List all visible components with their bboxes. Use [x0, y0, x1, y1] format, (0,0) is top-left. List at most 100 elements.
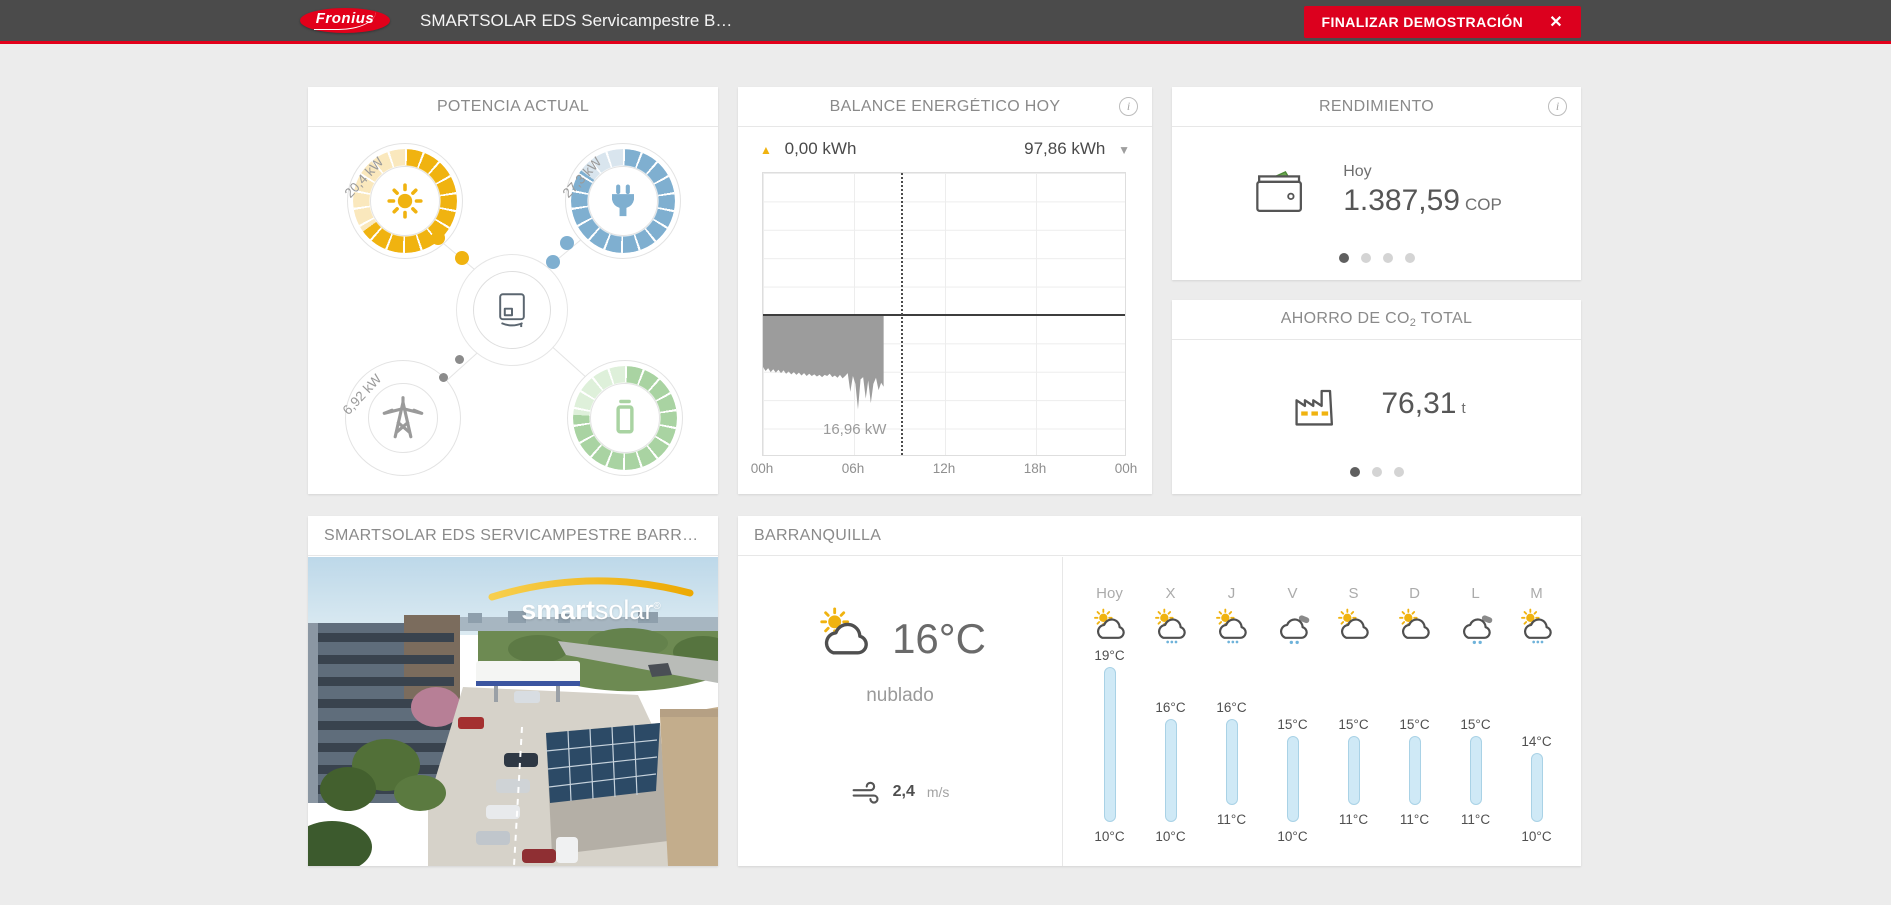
forecast-temp-track: 15°C 11°C — [1323, 647, 1384, 859]
forecast-day-label: V — [1287, 585, 1298, 602]
forecast-low-temp: 10°C — [1521, 828, 1552, 844]
up-triangle-icon: ▲ — [760, 143, 772, 157]
weather-card: BARRANQUILLA 16°C nublado 2,4 m/s Hoy 19°… — [738, 516, 1581, 866]
close-icon[interactable]: ✕ — [1549, 12, 1563, 32]
finish-demo-button[interactable]: FINALIZAR DEMOSTRACIÓN ✕ — [1303, 6, 1581, 38]
grid-flow-dot — [439, 373, 448, 382]
x-tick-label: 06h — [841, 461, 865, 476]
energy-balance-header: BALANCE ENERGÉTICO HOY i — [738, 87, 1152, 127]
load-flow-dot — [560, 236, 574, 250]
co2-title: AHORRO DE CO2 TOTAL — [1280, 310, 1473, 329]
forecast-temp-track: 16°C 11°C — [1201, 647, 1262, 859]
consumption-gauge: 27,3 kW — [560, 143, 681, 259]
power-tower-icon — [382, 396, 424, 439]
forecast-high-temp: 15°C — [1338, 716, 1369, 732]
forecast-day-label: X — [1165, 585, 1176, 602]
x-tick-label: 00h — [750, 461, 774, 476]
forecast-temp-track: 14°C 10°C — [1506, 647, 1567, 859]
energy-balance-card: BALANCE ENERGÉTICO HOY i ▲ 0,00 kWh 97,8… — [738, 87, 1152, 494]
forecast-high-temp: 15°C — [1277, 716, 1308, 732]
co2-value: 76,31 t — [1381, 386, 1466, 420]
partly-cloudy-icon — [1079, 607, 1140, 645]
yield-page-dot[interactable] — [1338, 253, 1349, 263]
forecast-day-column: V 15°C 10°C — [1262, 585, 1323, 866]
partly-cloudy-drizzle-icon — [1506, 607, 1567, 645]
forecast-low-temp: 10°C — [1094, 828, 1125, 844]
partly-cloudy-drizzle-icon — [1140, 607, 1201, 645]
forecast-temp-bar — [1225, 718, 1238, 805]
forecast-high-temp: 16°C — [1216, 699, 1247, 715]
plug-icon — [612, 184, 634, 217]
co2-unit: t — [1461, 399, 1466, 417]
weather-condition: nublado — [866, 685, 934, 706]
forecast-day-label: D — [1409, 585, 1420, 602]
yield-page-dot[interactable] — [1404, 253, 1415, 263]
partly-cloudy-icon — [1323, 607, 1384, 645]
co2-body: 76,31 t — [1172, 340, 1581, 493]
smartsolar-watermark: smartsolar® — [476, 575, 706, 626]
forecast-high-temp: 16°C — [1155, 699, 1186, 715]
forecast-temp-track: 15°C 10°C — [1262, 647, 1323, 859]
factory-icon — [1295, 389, 1334, 426]
forecast-day-column: D 15°C 11°C — [1384, 585, 1445, 866]
yield-header: RENDIMIENTO i — [1172, 87, 1581, 127]
forecast-low-temp: 10°C — [1155, 828, 1186, 844]
currency-label: COP — [1464, 194, 1502, 214]
fronius-logo: Fronius — [300, 8, 390, 33]
finish-demo-label: FINALIZAR DEMOSTRACIÓN — [1321, 14, 1524, 30]
co2-header: AHORRO DE CO2 TOTAL — [1172, 300, 1581, 340]
forecast-day-label: S — [1348, 585, 1359, 602]
zero-axis-line — [763, 314, 1125, 316]
co2-page-dot[interactable] — [1393, 467, 1404, 477]
inverter-icon — [499, 293, 525, 328]
forecast-day-column: Hoy 19°C 10°C — [1079, 585, 1140, 866]
forecast-temp-track: 19°C 10°C — [1079, 647, 1140, 859]
co2-page-dot[interactable] — [1371, 467, 1382, 477]
energy-balance-values: ▲ 0,00 kWh 97,86 kWh ▼ — [738, 127, 1152, 171]
forecast-temp-bar — [1286, 735, 1299, 822]
forecast-low-temp: 11°C — [1338, 811, 1369, 827]
pv-gauge: 20,4 kW — [342, 143, 463, 259]
energy-balance-chart[interactable]: 16,96 kW — [762, 172, 1126, 456]
yield-period: Hoy — [1343, 162, 1372, 180]
yield-page-dot[interactable] — [1382, 253, 1393, 263]
current-power-card: POTENCIA ACTUAL 20,4 kW 27,3 kW 6,92 kW — [308, 87, 718, 494]
site-photo: smartsolar® — [308, 557, 718, 866]
x-tick-label: 00h — [1114, 461, 1138, 476]
site-title: SMARTSOLAR EDS SERVICAMPESTRE BARR… — [324, 526, 699, 544]
forecast-temp-track: 15°C 11°C — [1445, 647, 1506, 859]
sun-icon — [387, 183, 423, 219]
forecast-day-column: J 16°C 11°C — [1201, 585, 1262, 866]
yield-body: Hoy 1.387,59 COP — [1172, 127, 1581, 279]
wind-speed: 2,4 — [892, 783, 915, 800]
forecast-temp-track: 16°C 10°C — [1140, 647, 1201, 859]
current-power-header: POTENCIA ACTUAL — [308, 87, 718, 127]
forecast-high-temp: 15°C — [1399, 716, 1430, 732]
forecast-day-label: M — [1530, 585, 1543, 602]
cloud-rain-icon — [1262, 607, 1323, 645]
weather-body: 16°C nublado 2,4 m/s Hoy 19°C 10°C X 16°C 10°… — [738, 557, 1581, 866]
co2-page-dot[interactable] — [1349, 467, 1360, 477]
forecast-high-temp: 19°C — [1094, 648, 1125, 663]
partly-cloudy-drizzle-icon — [1201, 607, 1262, 645]
info-icon[interactable]: i — [1548, 97, 1567, 116]
weather-location-title: BARRANQUILLA — [754, 526, 882, 544]
wind-row: 2,4 m/s — [738, 779, 1062, 805]
forecast-temp-bar — [1408, 735, 1421, 805]
yield-page-dot[interactable] — [1360, 253, 1371, 263]
forecast-day-column: X 16°C 10°C — [1140, 585, 1201, 866]
fronius-logo-text: Fronius — [313, 11, 377, 30]
wind-icon — [852, 781, 879, 804]
yield-card: RENDIMIENTO i Hoy 1.387,59 COP — [1172, 87, 1581, 280]
weather-forecast: Hoy 19°C 10°C X 16°C 10°C J 16°C 11°C V 15°C 10°C S 1… — [1063, 557, 1581, 866]
production-value: ▲ 0,00 kWh — [760, 139, 857, 158]
wind-unit: m/s — [926, 784, 950, 800]
grid-flow-dot — [455, 355, 464, 364]
partly-cloudy-icon — [1384, 607, 1445, 645]
current-power-title: POTENCIA ACTUAL — [436, 97, 590, 115]
forecast-low-temp: 10°C — [1277, 828, 1308, 844]
forecast-temp-bar — [1103, 667, 1116, 822]
info-icon[interactable]: i — [1119, 97, 1138, 116]
site-header: SMARTSOLAR EDS SERVICAMPESTRE BARR… — [308, 516, 718, 556]
forecast-temp-bar — [1469, 735, 1482, 805]
